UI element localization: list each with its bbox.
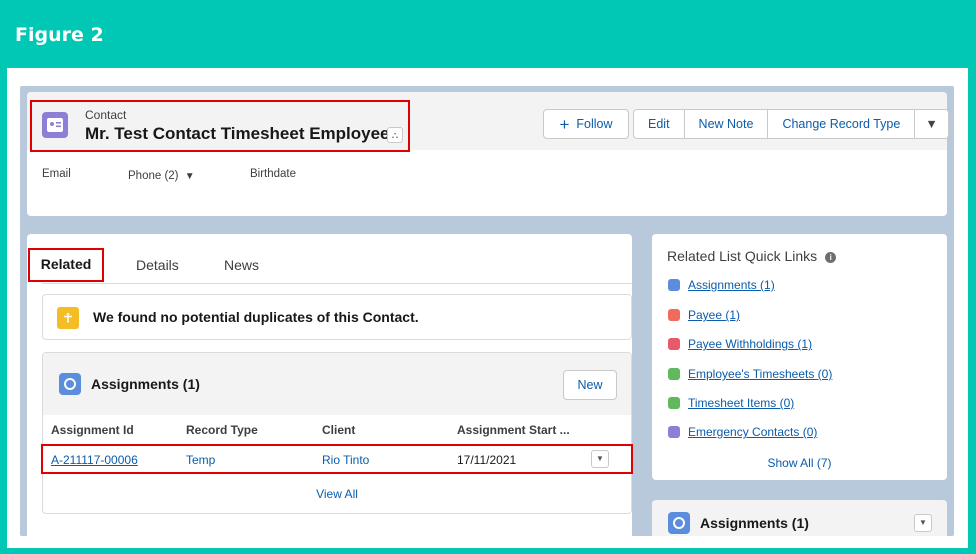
more-actions-button[interactable]: ▼	[915, 109, 949, 139]
figure-header: Figure 2	[0, 0, 976, 68]
quick-link-assignments[interactable]: Assignments (1)	[668, 278, 775, 292]
quick-link-label: Payee (1)	[688, 308, 741, 322]
hierarchy-icon[interactable]: ⛬	[387, 127, 403, 143]
quick-links-title-text: Related List Quick Links	[667, 248, 818, 264]
timesheet-icon	[668, 368, 680, 380]
contact-icon	[668, 426, 680, 438]
column-assignment-id[interactable]: Assignment Id	[51, 423, 134, 437]
quick-links-title: Related List Quick Links i	[667, 248, 837, 264]
main-content-card: Related Details News ☥ We found no poten…	[27, 234, 633, 536]
cell-record-type[interactable]: Temp	[186, 453, 215, 467]
timesheet-item-icon	[668, 397, 680, 409]
quick-link-label: Assignments (1)	[688, 278, 775, 292]
assignment-icon	[668, 279, 680, 291]
edit-button[interactable]: Edit	[633, 109, 685, 139]
quick-link-payee-withholdings[interactable]: Payee Withholdings (1)	[668, 337, 812, 351]
quick-link-payee[interactable]: Payee (1)	[668, 308, 740, 322]
caret-down-icon[interactable]: ▼	[185, 171, 195, 182]
new-note-button[interactable]: New Note	[684, 109, 769, 139]
duplicate-person-icon: ☥	[57, 307, 79, 329]
tab-related[interactable]: Related	[28, 248, 104, 282]
column-assignment-start[interactable]: Assignment Start ...	[457, 423, 570, 437]
field-phone[interactable]: Phone (2) ▼	[128, 170, 195, 182]
info-icon[interactable]: i	[825, 252, 837, 263]
field-birthdate: Birthdate	[250, 168, 297, 180]
object-label: Contact	[85, 108, 127, 122]
salesforce-app: Contact Mr. Test Contact Timesheet Emplo…	[20, 86, 954, 536]
record-title-highlight: Contact Mr. Test Contact Timesheet Emplo…	[30, 100, 410, 152]
follow-label: Follow	[576, 117, 613, 131]
follow-button[interactable]: + Follow	[543, 109, 629, 139]
assignment-icon	[59, 373, 81, 395]
tab-details[interactable]: Details	[136, 254, 179, 284]
figure-frame: Contact Mr. Test Contact Timesheet Emplo…	[7, 68, 968, 548]
side-assignments-title[interactable]: Assignments (1)	[700, 515, 809, 531]
quick-link-timesheet-items[interactable]: Timesheet Items (0)	[668, 396, 794, 410]
contact-icon	[42, 112, 68, 138]
withholdings-icon	[668, 338, 680, 350]
assignment-icon	[668, 512, 690, 534]
cell-assignment-start: 17/11/2021	[457, 453, 517, 467]
cell-assignment-id[interactable]: A-211117-00006	[51, 453, 138, 467]
figure-title: Figure 2	[15, 24, 104, 46]
quick-links-card: Related List Quick Links i Assignments (1…	[652, 234, 947, 480]
row-actions-button[interactable]: ▼	[591, 450, 609, 468]
quick-link-employee-timesheets[interactable]: Employee's Timesheets (0)	[668, 367, 832, 381]
column-client[interactable]: Client	[322, 423, 355, 437]
show-all-link[interactable]: Show All (7)	[652, 456, 947, 470]
quick-link-label: Payee Withholdings (1)	[688, 337, 813, 351]
record-name: Mr. Test Contact Timesheet Employee	[85, 124, 390, 143]
field-phone-label: Phone (2)	[128, 170, 179, 182]
assignments-related-list: Assignments (1) New Assignment Id Record…	[41, 352, 633, 514]
duplicates-message: We found no potential duplicates of this…	[93, 309, 419, 325]
view-all-link[interactable]: View All	[43, 487, 631, 501]
assignments-title[interactable]: Assignments (1)	[91, 376, 200, 392]
quick-link-label: Timesheet Items (0)	[688, 396, 795, 410]
payee-icon	[668, 309, 680, 321]
action-button-group: Edit New Note Change Record Type ▼	[633, 109, 949, 139]
quick-link-emergency-contacts[interactable]: Emergency Contacts (0)	[668, 425, 817, 439]
quick-link-label: Emergency Contacts (0)	[688, 425, 818, 439]
new-assignment-button[interactable]: New	[563, 370, 617, 400]
record-header: Contact Mr. Test Contact Timesheet Emplo…	[27, 92, 949, 216]
assignments-header: Assignments (1) New	[43, 353, 631, 415]
side-assignments-menu-button[interactable]: ▼	[914, 514, 932, 532]
tab-bar	[42, 254, 632, 284]
chevron-down-icon: ▼	[925, 117, 938, 131]
change-record-type-button[interactable]: Change Record Type	[768, 109, 916, 139]
column-record-type[interactable]: Record Type	[186, 423, 258, 437]
plus-icon: +	[559, 114, 570, 134]
cell-client[interactable]: Rio Tinto	[322, 453, 369, 467]
side-assignments-card: Assignments (1) ▼	[652, 500, 947, 536]
duplicates-card: ☥ We found no potential duplicates of th…	[42, 294, 632, 340]
field-email: Email	[42, 168, 71, 180]
quick-link-label: Employee's Timesheets (0)	[688, 367, 833, 381]
tab-news[interactable]: News	[224, 254, 259, 284]
